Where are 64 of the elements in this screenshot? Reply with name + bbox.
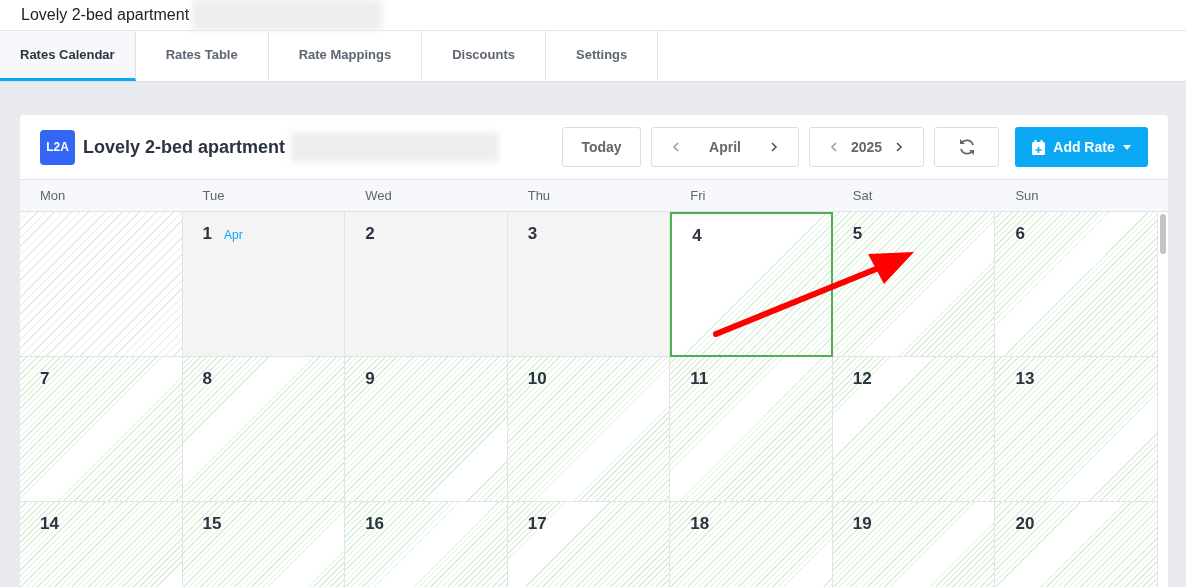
weekday-label: Sun (1014, 188, 1040, 203)
refresh-button[interactable] (934, 127, 999, 167)
day-number: 8 (202, 369, 213, 389)
calendar-plus-icon (1032, 139, 1046, 155)
calendar-title: Lovely 2-bed apartment (83, 136, 286, 158)
day-number: 5 (852, 224, 863, 244)
weekday-label: Sat (851, 188, 874, 203)
day-cell[interactable]: 12 (832, 357, 996, 502)
day-cell[interactable]: 2 (345, 212, 508, 357)
day-cell[interactable]: 8 (182, 357, 346, 502)
day-cell[interactable]: 7 (20, 357, 183, 502)
day-number: 9 (365, 369, 375, 389)
day-cell[interactable]: 19 (832, 502, 996, 587)
day-cell[interactable]: 5 (832, 212, 996, 357)
day-cell[interactable]: 18 (670, 502, 833, 587)
tab[interactable]: Rates Calendar (0, 31, 136, 81)
weekday-label: Wed (364, 188, 393, 203)
page-title: Lovely 2-bed apartment (21, 6, 190, 24)
day-number: 18 (690, 514, 710, 534)
day-cell[interactable]: 3 (507, 212, 671, 357)
day-cell[interactable]: 6 (995, 212, 1158, 357)
day-cell[interactable]: 9 (345, 357, 508, 502)
day-number: 14 (40, 514, 59, 534)
day-number: 20 (1015, 514, 1035, 534)
day-number: 6 (1015, 224, 1025, 244)
weekday-label: Mon (39, 188, 67, 203)
next-icon[interactable] (895, 142, 903, 152)
weekday-label: Thu (526, 188, 552, 203)
caret-icon (1122, 144, 1131, 150)
day-cell[interactable]: 4 (670, 212, 833, 357)
month-label: April (709, 139, 741, 155)
scrollbar[interactable] (1160, 214, 1166, 254)
day-cell[interactable]: 17 (507, 502, 671, 587)
day-cell[interactable]: 10 (507, 357, 671, 502)
day-number: 15 (202, 514, 222, 534)
day-number: 19 (852, 514, 872, 534)
previous-icon[interactable] (672, 142, 680, 152)
day-number: 2 (365, 224, 375, 244)
weekday-label: Tue (201, 188, 226, 203)
day-number: 17 (527, 514, 547, 534)
day-cell[interactable]: 1 Apr (182, 212, 346, 357)
weekday-label: Fri (689, 188, 707, 203)
day-number: 4 (692, 226, 702, 246)
day-number: 10 (527, 369, 547, 389)
month-tag: Apr (224, 228, 243, 242)
day-cell[interactable]: 11 (670, 357, 833, 502)
day-cell[interactable]: 16 (345, 502, 508, 587)
today-button[interactable]: Today (562, 127, 641, 167)
day-number: 1 (202, 224, 213, 244)
day-number: 11 (690, 369, 709, 389)
day-cell[interactable]: 20 (995, 502, 1158, 587)
day-number: 16 (365, 514, 385, 534)
year-label: 2025 (850, 139, 883, 155)
day-cell[interactable]: 15 (182, 502, 346, 587)
property-badge: L2A (40, 129, 75, 165)
previous-icon[interactable] (830, 142, 838, 152)
day-cell[interactable]: 14 (20, 502, 183, 587)
day-number: 12 (852, 369, 872, 389)
day-number: 13 (1015, 369, 1035, 389)
next-icon[interactable] (770, 142, 778, 152)
day-number: 3 (527, 224, 538, 244)
day-number: 7 (40, 369, 50, 389)
day-cell[interactable] (20, 212, 183, 357)
day-cell[interactable]: 13 (995, 357, 1158, 502)
